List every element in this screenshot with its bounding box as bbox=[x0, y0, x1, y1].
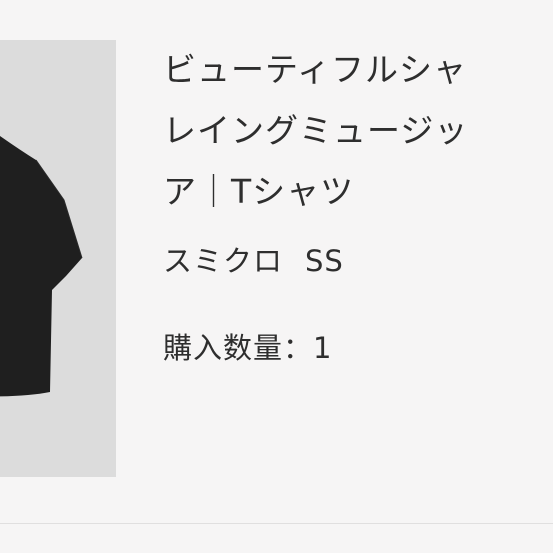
product-title[interactable]: ビューティフルシャ レイングミュージッ ア｜Tシャツ bbox=[163, 44, 553, 227]
purchase-quantity: 購入数量：1 bbox=[163, 325, 553, 367]
quantity-label: 購入数量： bbox=[163, 331, 314, 365]
divider bbox=[0, 523, 553, 524]
product-info: ビューティフルシャ レイングミュージッ ア｜Tシャツ スミクロ SS 購入数量：1 bbox=[163, 44, 553, 367]
tshirt-icon bbox=[0, 136, 83, 397]
product-title-line: レイングミュージッ bbox=[163, 111, 469, 150]
product-title-line: ビューティフルシャ bbox=[163, 50, 468, 89]
product-variant: スミクロ SS bbox=[163, 238, 553, 280]
quantity-value: 1 bbox=[313, 331, 333, 365]
product-title-line: ア｜Tシャツ bbox=[163, 172, 355, 211]
product-size: SS bbox=[305, 244, 344, 278]
product-color: スミクロ bbox=[163, 244, 284, 278]
product-thumbnail[interactable] bbox=[0, 40, 116, 477]
order-item-card: ビューティフルシャ レイングミュージッ ア｜Tシャツ スミクロ SS 購入数量：1 bbox=[0, 0, 553, 553]
